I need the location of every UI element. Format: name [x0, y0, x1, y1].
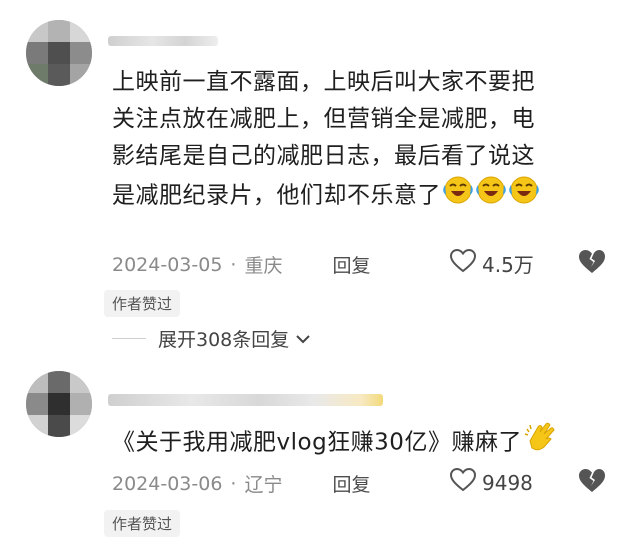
meta-separator: ·: [230, 253, 237, 276]
broken-heart-icon[interactable]: [578, 468, 606, 498]
comment-text-line: 影结尾是自己的减肥日志，最后看了说这: [112, 143, 535, 169]
heart-outline-icon: [449, 467, 477, 497]
comment-text-line-content: 是减肥纪录片，他们却不乐意了: [112, 182, 441, 209]
author-liked-badge: 作者赞过: [104, 510, 181, 537]
like-button[interactable]: 4.5万: [449, 248, 534, 278]
reply-button[interactable]: 回复: [332, 470, 370, 497]
comment-text-line: 上映前一直不露面，上映后叫大家不要把: [112, 69, 535, 95]
reply-button[interactable]: 回复: [332, 251, 370, 278]
like-button[interactable]: 9498: [449, 467, 533, 497]
comment-text-line-content: 《关于我用减肥vlog狂赚30亿》赚麻了: [112, 429, 522, 456]
comment-text: 《关于我用减肥vlog狂赚30亿》赚麻了: [112, 421, 558, 465]
comment-meta: 2024-03-06 · 辽宁 回复: [112, 470, 371, 497]
comment-text-line: 《关于我用减肥vlog狂赚30亿》赚麻了: [112, 421, 558, 465]
like-count: 4.5万: [482, 253, 534, 277]
chevron-down-icon: [295, 328, 311, 350]
broken-heart-icon[interactable]: [578, 249, 606, 279]
author-liked-badge: 作者赞过: [104, 290, 181, 317]
expand-replies-label: 展开308条回复: [158, 329, 290, 351]
comment-date: 2024-03-06: [112, 472, 223, 495]
clapping-hands-emoji-icon: [524, 421, 558, 465]
comment-date: 2024-03-05: [112, 253, 223, 276]
divider-line: [112, 338, 146, 339]
heart-outline-icon: [449, 248, 477, 278]
comment-location: 辽宁: [244, 474, 283, 496]
comment-location: 重庆: [244, 255, 283, 277]
comment-text-line: 关注点放在减肥上，但营销全是减肥，电: [112, 106, 535, 132]
comment-text-line: 是减肥纪录片，他们却不乐意了: [112, 175, 539, 217]
comment-meta: 2024-03-05 · 重庆 回复: [112, 251, 371, 278]
comment-text: 上映前一直不露面，上映后叫大家不要把 关注点放在减肥上，但营销全是减肥，电 影结…: [112, 64, 539, 217]
meta-separator: ·: [230, 472, 237, 495]
like-count: 9498: [482, 470, 533, 495]
expand-replies-button[interactable]: 展开308条回复: [112, 325, 311, 352]
username-blurred[interactable]: [108, 36, 218, 46]
username-blurred[interactable]: [108, 394, 383, 406]
laugh-cry-emoji-icon: [443, 175, 539, 217]
avatar-blurred[interactable]: [26, 20, 92, 86]
avatar-blurred[interactable]: [26, 371, 92, 437]
